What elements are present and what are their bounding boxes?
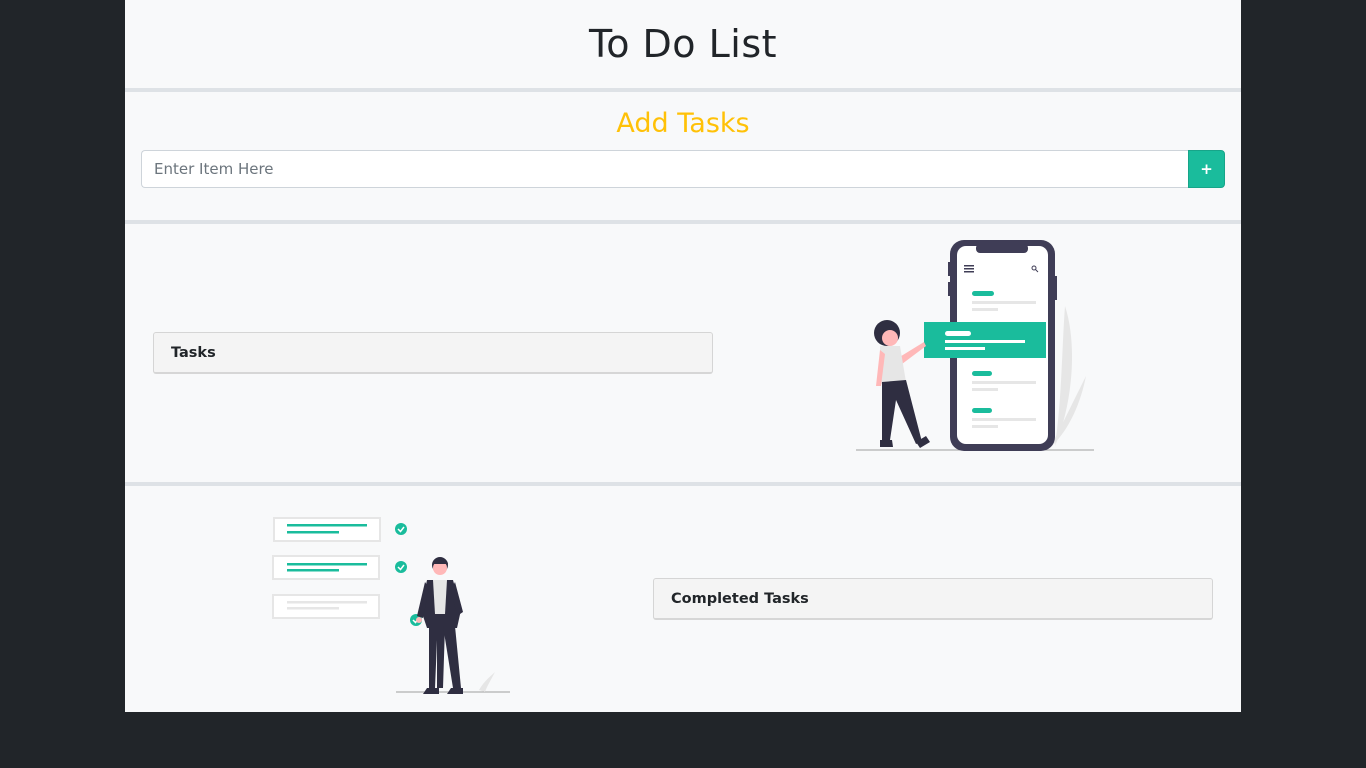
todo-app: To Do List Add Tasks + Tasks — [125, 0, 1241, 712]
task-input[interactable] — [141, 150, 1188, 188]
completed-tasks-card-header: Completed Tasks — [653, 578, 1213, 620]
add-tasks-heading: Add Tasks — [616, 108, 750, 139]
completed-tasks-section: Completed Tasks — [125, 486, 1241, 708]
add-task-section: Add Tasks + — [125, 92, 1241, 220]
person-with-checklist-illustration — [272, 517, 510, 694]
tasks-card-header: Tasks — [153, 332, 713, 374]
header: To Do List — [125, 0, 1241, 88]
tasks-section: Tasks — [125, 224, 1241, 482]
add-task-input-group: + — [141, 150, 1225, 188]
completed-tasks-card-title: Completed Tasks — [671, 590, 809, 607]
tasks-card-title: Tasks — [171, 344, 216, 361]
add-task-button[interactable]: + — [1188, 150, 1225, 188]
page-title: To Do List — [588, 22, 778, 66]
person-with-phone-illustration — [856, 240, 1094, 451]
